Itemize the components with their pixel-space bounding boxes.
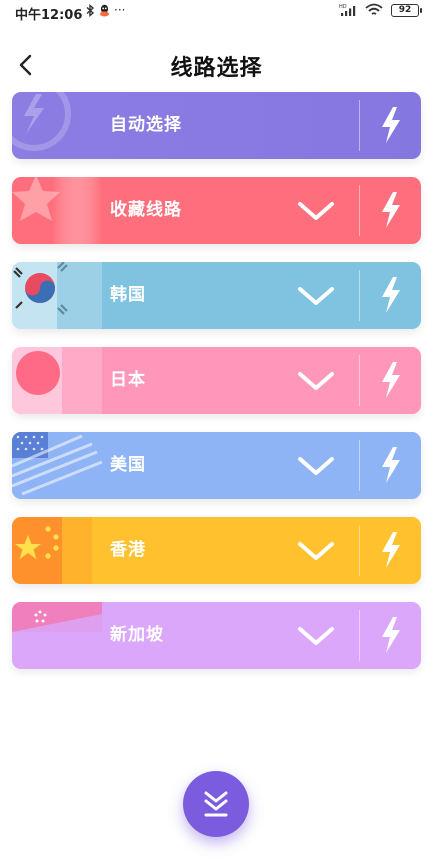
route-label: 韩国 [110, 285, 146, 305]
route-label: 新加坡 [110, 625, 164, 645]
route-label: 日本 [110, 370, 146, 390]
route-label: 收藏线路 [110, 200, 182, 220]
lightning-logo-icon [12, 92, 71, 151]
lightning-icon[interactable] [378, 361, 404, 399]
bluetooth-icon [86, 3, 95, 17]
collapse-down-icon [204, 791, 228, 817]
more-notifications-icon: ··· [114, 3, 126, 17]
route-list: 自动选择 收藏线路 韩国 日本 美国 香港 新加坡 [12, 92, 421, 687]
divider [359, 610, 360, 661]
route-card-hongkong[interactable]: 香港 [12, 517, 421, 584]
china-flag-icon [12, 517, 102, 584]
chevron-down-icon[interactable] [294, 280, 338, 312]
lightning-icon[interactable] [378, 106, 404, 144]
route-card-japan[interactable]: 日本 [12, 347, 421, 414]
lightning-icon[interactable] [378, 446, 404, 484]
divider [359, 440, 360, 491]
status-notification-icons: ··· [86, 3, 125, 17]
page-title: 线路选择 [170, 56, 263, 81]
status-time: 中午12:06 [15, 8, 83, 23]
lightning-icon[interactable] [378, 616, 404, 654]
korea-flag-icon [12, 262, 102, 329]
navigation-bar: 线路选择 [0, 40, 433, 90]
route-label: 美国 [110, 455, 146, 475]
route-card-auto-select[interactable]: 自动选择 [12, 92, 421, 159]
usa-flag-icon [12, 432, 102, 496]
divider [359, 100, 360, 151]
route-label: 自动选择 [110, 115, 182, 135]
status-system-icons: HD 92 [339, 3, 422, 17]
chevron-down-icon[interactable] [294, 365, 338, 397]
japan-flag-icon [12, 347, 102, 414]
divider [359, 355, 360, 406]
chevron-down-icon[interactable] [294, 620, 338, 652]
lightning-icon[interactable] [378, 191, 404, 229]
chevron-down-icon[interactable] [294, 450, 338, 482]
route-label: 香港 [110, 540, 146, 560]
lightning-icon[interactable] [378, 531, 404, 569]
signal-icon: HD [339, 4, 356, 16]
divider [359, 185, 360, 236]
route-card-korea[interactable]: 韩国 [12, 262, 421, 329]
lightning-icon[interactable] [378, 276, 404, 314]
status-bar: 中午12:06 ··· HD 92 [0, 0, 433, 26]
collapse-all-button[interactable] [183, 771, 249, 837]
route-card-singapore[interactable]: 新加坡 [12, 602, 421, 669]
divider [359, 525, 360, 576]
divider [359, 270, 360, 321]
qq-icon [100, 4, 109, 16]
singapore-flag-icon [12, 602, 102, 632]
star-icon [12, 177, 102, 244]
battery-indicator: 92 [391, 3, 422, 17]
chevron-down-icon[interactable] [294, 195, 338, 227]
route-card-usa[interactable]: 美国 [12, 432, 421, 499]
route-card-favorites[interactable]: 收藏线路 [12, 177, 421, 244]
chevron-down-icon[interactable] [294, 535, 338, 567]
wifi-icon [365, 3, 383, 15]
svg-text:HD: HD [339, 4, 347, 10]
